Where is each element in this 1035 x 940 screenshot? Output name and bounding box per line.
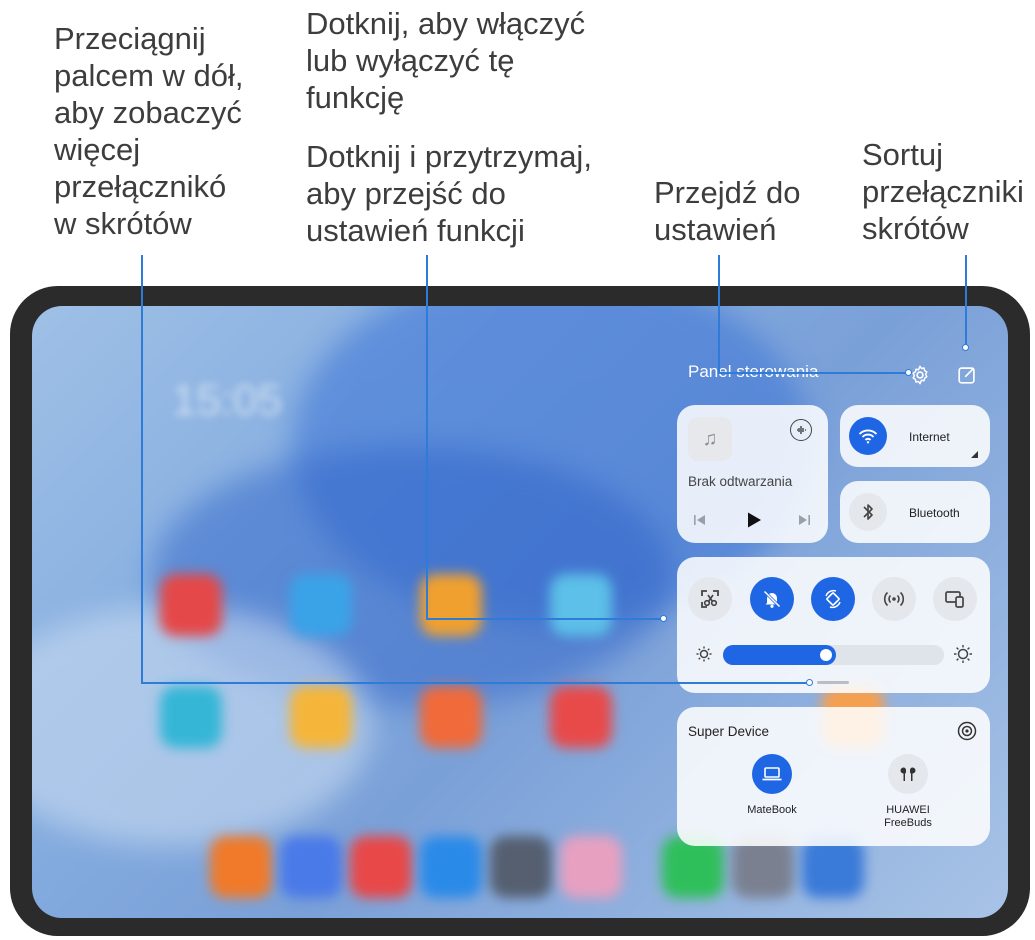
- expand-corner-icon[interactable]: [971, 451, 978, 458]
- brightness-low-icon: [695, 645, 713, 663]
- leader-line-swipe-h: [141, 682, 809, 684]
- clock-widget: 15:05: [172, 376, 283, 425]
- app-icon[interactable]: [550, 574, 612, 636]
- expand-handle[interactable]: [817, 681, 849, 684]
- laptop-icon[interactable]: [752, 754, 792, 794]
- brightness-slider-knob[interactable]: [820, 649, 832, 661]
- leader-line-switch: [426, 255, 428, 619]
- callout-sort-switches: Sortuj przełączniki skrótów: [862, 137, 1024, 246]
- callout-swipe-down: Przeciągnij palcem w dół, aby zobaczyć w…: [54, 21, 244, 241]
- shortcut-switches-card: [677, 557, 990, 693]
- super-device-title: Super Device: [688, 724, 770, 739]
- audio-output-icon[interactable]: [790, 419, 812, 441]
- hotspot-icon[interactable]: [872, 577, 916, 621]
- bluetooth-toggle-card[interactable]: Bluetooth: [840, 481, 990, 543]
- app-icon[interactable]: [160, 574, 222, 636]
- leader-dot: [962, 344, 969, 351]
- device-discover-icon[interactable]: [956, 720, 978, 742]
- dock-app-icon[interactable]: [350, 836, 412, 898]
- silent-icon[interactable]: [750, 577, 794, 621]
- dock-app-icon[interactable]: [280, 836, 342, 898]
- app-icon[interactable]: [550, 686, 612, 748]
- callout-hold-settings: Dotknij i przytrzymaj, aby przejść do us…: [306, 139, 592, 248]
- dock-app-icon[interactable]: [210, 836, 272, 898]
- dock-app-icon[interactable]: [560, 836, 622, 898]
- gear-icon[interactable]: [908, 363, 932, 387]
- leader-dot: [905, 369, 912, 376]
- app-icon[interactable]: [160, 686, 222, 748]
- auto-rotate-icon[interactable]: [811, 577, 855, 621]
- leader-line-sort: [965, 255, 967, 347]
- play-icon[interactable]: [745, 511, 763, 529]
- edit-icon[interactable]: [955, 363, 979, 387]
- prev-track-icon[interactable]: [692, 513, 708, 527]
- device-freebuds-label: HUAWEI FreeBuds: [884, 804, 932, 829]
- device-matebook-label: MateBook: [747, 804, 797, 816]
- leader-line-swipe: [141, 255, 143, 683]
- brightness-high-icon: [953, 644, 973, 664]
- leader-dot: [806, 679, 813, 686]
- screenshot-icon[interactable]: [688, 577, 732, 621]
- music-note-icon: ♫: [688, 417, 732, 461]
- multi-screen-icon[interactable]: [933, 577, 977, 621]
- next-track-icon[interactable]: [796, 513, 812, 527]
- wifi-icon[interactable]: [849, 417, 887, 455]
- bluetooth-label: Bluetooth: [909, 506, 960, 520]
- bluetooth-icon[interactable]: [849, 493, 887, 531]
- dock-app-icon[interactable]: [490, 836, 552, 898]
- callout-tap-toggle: Dotknij, aby włączyć lub wyłączyć tę fun…: [306, 6, 586, 115]
- brightness-slider[interactable]: [723, 645, 944, 665]
- leader-dot: [660, 615, 667, 622]
- media-card[interactable]: ♫ Brak odtwarzania: [677, 405, 828, 543]
- leader-line-settings: [718, 255, 720, 373]
- earbuds-icon[interactable]: [888, 754, 928, 794]
- dock-app-icon[interactable]: [420, 836, 482, 898]
- internet-label: Internet: [909, 430, 950, 444]
- super-device-card: Super Device MateBook HUAWEI FreeBuds: [677, 707, 990, 846]
- app-icon[interactable]: [290, 574, 352, 636]
- callout-open-settings: Przejdź do ustawień: [654, 175, 801, 247]
- leader-line-switch-h: [426, 618, 663, 620]
- internet-toggle-card[interactable]: Internet: [840, 405, 990, 467]
- app-icon[interactable]: [420, 574, 482, 636]
- media-status: Brak odtwarzania: [688, 474, 793, 489]
- leader-line-settings-h: [718, 372, 908, 374]
- app-icon[interactable]: [290, 686, 352, 748]
- app-icon[interactable]: [420, 686, 482, 748]
